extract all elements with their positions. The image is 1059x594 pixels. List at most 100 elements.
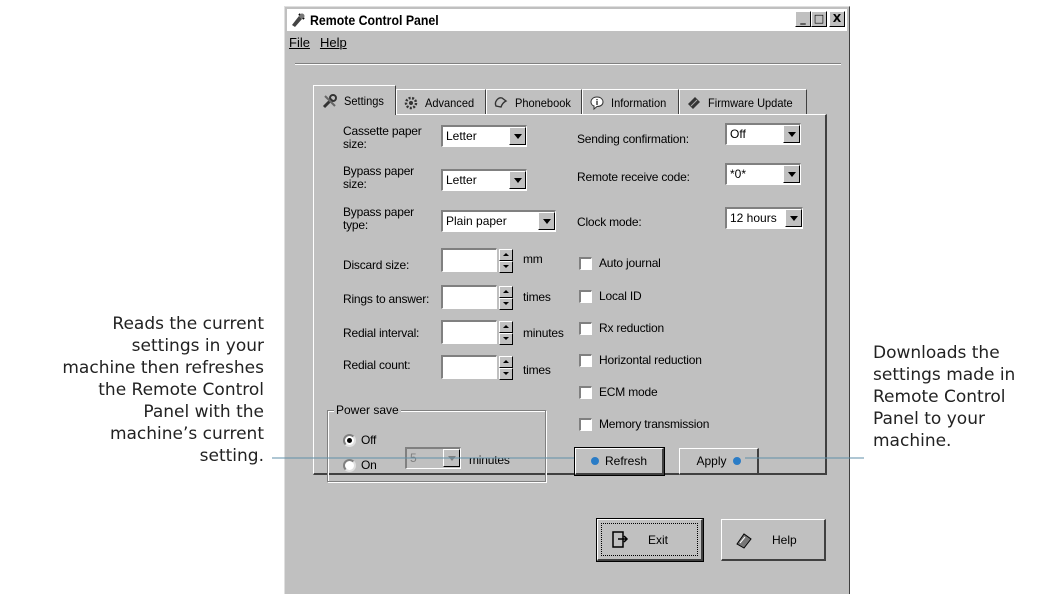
menu-bar: File Help (287, 35, 347, 55)
memory-transmission-checkbox[interactable] (579, 418, 592, 431)
power-save-on-radio[interactable] (343, 459, 356, 472)
ecm-mode-label: ECM mode (599, 385, 658, 399)
apply-callout-text: Downloads the settings made in Remote Cont… (873, 343, 1016, 451)
power-save-minutes-value: 5 (410, 451, 417, 465)
redial-count-input[interactable] (441, 355, 497, 379)
tab-settings[interactable]: Settings (313, 85, 397, 115)
tab-strip: Settings Advanced Phonebook Information (313, 85, 807, 115)
clock-mode-select[interactable]: 12 hours (725, 207, 803, 229)
clock-mode-value: 12 hours (730, 211, 777, 225)
refresh-callout-dot (590, 457, 599, 465)
remote-control-panel-window: Remote Control Panel _ □ X File Help Set… (284, 6, 850, 594)
refresh-callout-text: Reads the current settings in your machine… (62, 314, 264, 466)
rings-to-answer-input[interactable] (441, 285, 497, 309)
sending-confirmation-label: Sending confirmation: (577, 132, 689, 146)
bypass-paper-size-label: Bypass paper size: (343, 164, 414, 191)
power-save-off-radio[interactable] (343, 434, 356, 447)
tab-label: Firmware Update (707, 95, 793, 110)
tab-label: Settings (344, 93, 384, 108)
tab-phonebook[interactable]: Phonebook (485, 89, 583, 115)
power-save-off-label: Off (361, 433, 377, 447)
tab-label: Phonebook (514, 95, 571, 110)
auto-journal-checkbox[interactable] (579, 257, 592, 270)
chevron-down-icon[interactable] (785, 209, 802, 227)
tab-firmware-update[interactable]: Firmware Update (678, 89, 807, 115)
rx-reduction-checkbox[interactable] (579, 322, 592, 335)
help-button-label: Help (772, 532, 797, 547)
cassette-paper-size-value: Letter (446, 129, 477, 143)
discard-size-label: Discard size: (343, 258, 410, 272)
remote-receive-code-value: *0* (730, 167, 747, 181)
info-icon (590, 95, 604, 110)
cassette-paper-size-select[interactable]: Letter (441, 125, 527, 147)
power-save-minutes-select[interactable]: 5 (405, 447, 461, 469)
clock-mode-label: Clock mode: (577, 215, 642, 229)
cassette-paper-size-label: Cassette paper size: (343, 124, 422, 151)
apply-button-label: Apply (696, 454, 727, 468)
bypass-paper-type-value: Plain paper (446, 214, 507, 228)
phonebook-icon (494, 96, 508, 108)
menu-separator (295, 63, 841, 65)
rings-to-answer-stepper[interactable] (499, 286, 513, 310)
redial-interval-input[interactable] (441, 320, 497, 344)
exit-button[interactable]: Exit (596, 518, 704, 562)
tab-label: Information (611, 95, 667, 110)
tab-information[interactable]: Information (582, 89, 679, 115)
bypass-paper-size-value: Letter (446, 173, 477, 187)
menu-file[interactable]: File (289, 35, 310, 55)
tab-advanced[interactable]: Advanced (396, 89, 486, 115)
redial-interval-label: Redial interval: (343, 326, 420, 340)
auto-journal-label: Auto journal (599, 256, 661, 270)
local-id-label: Local ID (599, 289, 642, 303)
apply-callout-dot (732, 457, 741, 465)
rx-reduction-label: Rx reduction (599, 321, 664, 335)
redial-interval-stepper[interactable] (499, 321, 513, 345)
discard-size-stepper[interactable] (499, 249, 513, 273)
rings-to-answer-label: Rings to answer: (343, 292, 430, 306)
chevron-down-icon[interactable] (783, 125, 800, 143)
power-save-group: Power save (327, 403, 546, 482)
chevron-down-icon[interactable] (443, 449, 460, 467)
redial-count-stepper[interactable] (499, 356, 513, 380)
chevron-down-icon[interactable] (509, 171, 526, 189)
discard-size-input[interactable] (441, 248, 497, 272)
redial-count-label: Redial count: (343, 358, 411, 372)
sending-confirmation-select[interactable]: Off (725, 123, 801, 145)
help-button[interactable]: Help (721, 519, 826, 561)
chevron-down-icon[interactable] (509, 127, 526, 145)
refresh-button-label: Refresh (604, 454, 648, 468)
ecm-mode-checkbox[interactable] (579, 386, 592, 399)
bypass-paper-type-label: Bypass paper type: (343, 205, 414, 232)
app-icon (292, 13, 305, 27)
horizontal-reduction-label: Horizontal reduction (599, 353, 702, 367)
exit-door-icon (612, 530, 629, 548)
memory-transmission-label: Memory transmission (599, 417, 710, 431)
remote-receive-code-label: Remote receive code: (577, 170, 690, 184)
refresh-button[interactable]: Refresh (574, 447, 665, 476)
redial-interval-unit: minutes (523, 326, 564, 340)
tools-icon (322, 93, 337, 108)
bypass-paper-type-select[interactable]: Plain paper (441, 210, 556, 232)
remote-receive-code-select[interactable]: *0* (725, 163, 801, 185)
sending-confirmation-value: Off (730, 127, 746, 141)
help-book-icon (736, 532, 752, 549)
tab-label: Advanced (425, 95, 475, 110)
horizontal-reduction-checkbox[interactable] (579, 354, 592, 367)
menu-help[interactable]: Help (320, 35, 347, 55)
chevron-down-icon[interactable] (538, 212, 555, 230)
redial-count-unit: times (523, 363, 551, 377)
bypass-paper-size-select[interactable]: Letter (441, 169, 527, 191)
rings-to-answer-unit: times (523, 290, 551, 304)
gear-icon (405, 96, 418, 109)
title-bar: Remote Control Panel _ □ X (287, 9, 847, 31)
power-save-on-label: On (361, 458, 377, 472)
power-save-minutes-unit: minutes (469, 453, 510, 467)
maximize-button[interactable]: □ (811, 11, 827, 27)
close-button[interactable]: X (829, 11, 845, 27)
minimize-button[interactable]: _ (795, 11, 811, 27)
local-id-checkbox[interactable] (579, 290, 592, 303)
power-save-legend: Power save (334, 403, 401, 417)
apply-button[interactable]: Apply (679, 448, 759, 475)
chevron-down-icon[interactable] (783, 165, 800, 183)
window-title: Remote Control Panel (310, 12, 439, 28)
